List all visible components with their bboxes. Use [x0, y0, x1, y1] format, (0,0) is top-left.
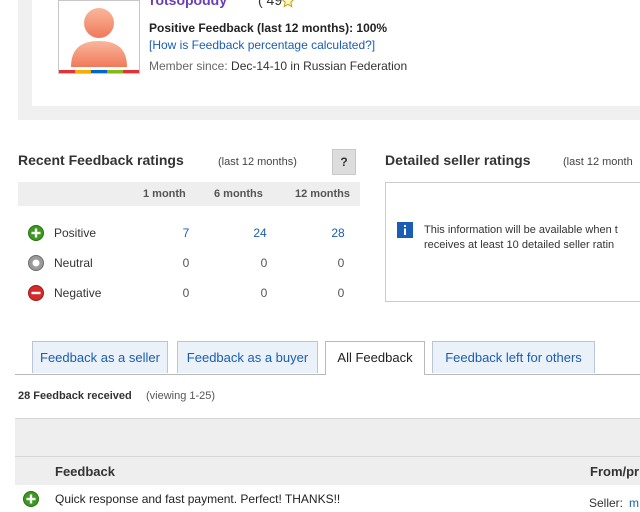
positive-feedback-percent: Positive Feedback (last 12 months): 100%: [149, 21, 388, 35]
feedback-seller-label: Seller:: [589, 496, 624, 510]
viewing-range: (viewing 1-25): [146, 390, 216, 402]
feedback-toolbar: [15, 418, 640, 457]
column-12-months: 12 months: [295, 188, 351, 200]
column-feedback: Feedback: [55, 464, 115, 479]
avatar: [58, 0, 140, 74]
feedback-percentage-help-link[interactable]: [How is Feedback percentage calculated?]: [149, 38, 375, 52]
positive-icon: [23, 491, 39, 507]
detailed-ratings-subtitle: (last 12 month: [563, 156, 633, 168]
feedback-seller-link[interactable]: m: [629, 496, 639, 510]
avatar-stripe: [59, 70, 139, 73]
star-icon[interactable]: [281, 0, 295, 8]
column-1-month: 1 month: [143, 188, 186, 200]
info-icon: [397, 222, 413, 238]
info-message-line-2: receives at least 10 detailed seller rat…: [424, 239, 615, 251]
member-since: Member since: Dec-14-10 in Russian Feder…: [149, 59, 407, 73]
tab-feedback-as-buyer[interactable]: Feedback as a buyer: [177, 341, 318, 373]
feedback-comment: Quick response and fast payment. Perfect…: [55, 492, 341, 506]
username-link[interactable]: rotsopoddy: [150, 0, 227, 8]
feedback-score: ( 49: [258, 0, 283, 8]
positive-label: Positive: [54, 226, 97, 240]
positive-1-month-count[interactable]: 7: [166, 226, 206, 240]
negative-icon: [28, 285, 44, 301]
tab-feedback-left-for-others[interactable]: Feedback left for others: [432, 341, 595, 373]
user-silhouette-icon: [63, 1, 135, 69]
recent-ratings-subtitle: (last 12 months): [218, 156, 297, 168]
negative-6-months-count: 0: [260, 286, 268, 300]
neutral-1-month-count: 0: [182, 256, 190, 270]
recent-ratings-title: Recent Feedback ratings: [18, 152, 184, 168]
negative-12-months-count: 0: [337, 286, 345, 300]
positive-12-months-count[interactable]: 28: [318, 226, 358, 240]
neutral-label: Neutral: [54, 256, 93, 270]
positive-6-months-count[interactable]: 24: [240, 226, 280, 240]
member-since-value: Dec-14-10 in Russian Federation: [231, 59, 408, 73]
ratings-help-button[interactable]: ?: [332, 149, 356, 175]
column-from-price: From/pr: [590, 464, 640, 479]
member-since-label: Member since:: [149, 59, 228, 73]
neutral-icon: [28, 255, 44, 271]
column-6-months: 6 months: [214, 188, 263, 200]
tab-feedback-as-seller[interactable]: Feedback as a seller: [32, 341, 168, 373]
neutral-12-months-count: 0: [337, 256, 345, 270]
positive-icon: [28, 225, 44, 241]
info-message-line-1: This information will be available when …: [424, 224, 618, 236]
negative-1-month-count: 0: [182, 286, 190, 300]
feedback-received-count: 28 Feedback received: [18, 390, 132, 402]
detailed-ratings-title: Detailed seller ratings: [385, 152, 531, 168]
tab-all-feedback[interactable]: All Feedback: [325, 341, 425, 375]
neutral-6-months-count: 0: [260, 256, 268, 270]
negative-label: Negative: [54, 286, 102, 300]
